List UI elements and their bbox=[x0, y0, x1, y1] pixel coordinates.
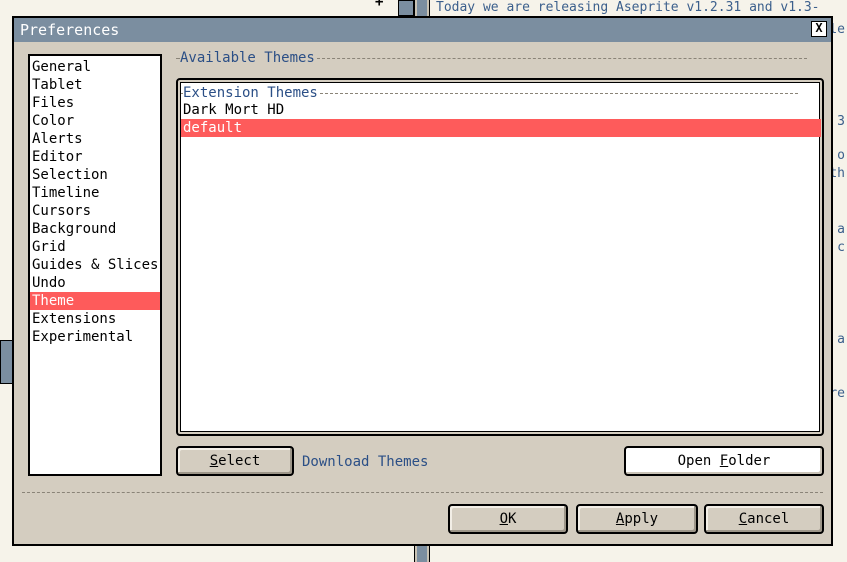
sidebar-item-cursors[interactable]: Cursors bbox=[30, 202, 160, 220]
themes-list[interactable]: Extension Themes Dark Mort HD default bbox=[180, 82, 821, 432]
background-article-text: Today we are releasing Aseprite v1.2.31 … bbox=[436, 0, 820, 15]
available-themes-heading: Available Themes bbox=[176, 50, 826, 68]
ok-mnemonic: O bbox=[499, 511, 508, 527]
cancel-rest: ancel bbox=[747, 511, 790, 527]
open-folder-mnemonic: F bbox=[719, 453, 729, 469]
footer-divider bbox=[22, 492, 823, 493]
download-themes-link[interactable]: Download Themes bbox=[302, 454, 428, 470]
cancel-button[interactable]: Cancel bbox=[704, 504, 824, 534]
plus-icon: + bbox=[375, 0, 384, 10]
cancel-mnemonic: C bbox=[738, 511, 748, 527]
open-folder-button[interactable]: Open Folder bbox=[624, 446, 824, 476]
sidebar-item-tablet[interactable]: Tablet bbox=[30, 76, 160, 94]
sidebar-item-selection[interactable]: Selection bbox=[30, 166, 160, 184]
select-button-mnemonic: S bbox=[209, 453, 219, 469]
open-folder-prefix: Open bbox=[677, 453, 720, 469]
heading-divider bbox=[316, 57, 807, 59]
background-text-fragment: 3 bbox=[837, 114, 845, 129]
sidebar-item-grid[interactable]: Grid bbox=[30, 238, 160, 256]
available-themes-label: Available Themes bbox=[180, 50, 315, 66]
sidebar-item-general[interactable]: General bbox=[30, 58, 160, 76]
background-text-fragment: a bbox=[837, 332, 845, 347]
sidebar-item-background[interactable]: Background bbox=[30, 220, 160, 238]
select-button[interactable]: Select bbox=[176, 446, 294, 476]
background-text-fragment: o bbox=[837, 148, 845, 163]
group-divider bbox=[319, 92, 798, 94]
sidebar-item-guides-slices[interactable]: Guides & Slices bbox=[30, 256, 160, 274]
themes-list-frame: Extension Themes Dark Mort HD default bbox=[176, 78, 824, 436]
apply-button[interactable]: Apply bbox=[576, 504, 698, 534]
close-icon[interactable]: X bbox=[811, 21, 827, 37]
sidebar-item-undo[interactable]: Undo bbox=[30, 274, 160, 292]
background-text-fragment: c bbox=[837, 240, 845, 255]
ok-rest: K bbox=[508, 511, 517, 527]
sidebar-item-alerts[interactable]: Alerts bbox=[30, 130, 160, 148]
extension-themes-heading: Extension Themes bbox=[181, 85, 819, 101]
dialog-titlebar[interactable]: Preferences X bbox=[14, 18, 831, 42]
sidebar-item-files[interactable]: Files bbox=[30, 94, 160, 112]
theme-item-dark-mort-hd[interactable]: Dark Mort HD bbox=[181, 101, 821, 119]
apply-rest: pply bbox=[624, 511, 659, 527]
open-folder-rest: older bbox=[728, 453, 771, 469]
sidebar-item-color[interactable]: Color bbox=[30, 112, 160, 130]
sidebar-item-theme[interactable]: Theme bbox=[30, 292, 160, 310]
background-text-fragment: a bbox=[837, 222, 845, 237]
sidebar-item-extensions[interactable]: Extensions bbox=[30, 310, 160, 328]
sidebar-item-timeline[interactable]: Timeline bbox=[30, 184, 160, 202]
preferences-dialog: Preferences X General Tablet Files Color… bbox=[12, 16, 833, 546]
dialog-title: Preferences bbox=[20, 21, 120, 39]
background-scroll-handle[interactable] bbox=[398, 0, 414, 16]
preferences-sidebar: General Tablet Files Color Alerts Editor… bbox=[28, 54, 162, 476]
theme-item-default[interactable]: default bbox=[181, 119, 821, 137]
sidebar-item-editor[interactable]: Editor bbox=[30, 148, 160, 166]
extension-themes-label: Extension Themes bbox=[183, 85, 318, 101]
ok-button[interactable]: OK bbox=[448, 504, 568, 534]
sidebar-item-experimental[interactable]: Experimental bbox=[30, 328, 160, 346]
select-button-rest: elect bbox=[218, 453, 261, 469]
